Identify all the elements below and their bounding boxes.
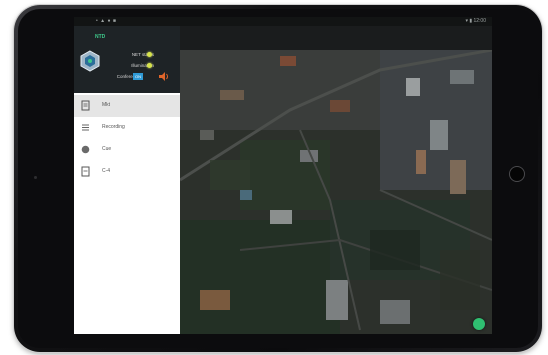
photo-frame: • ▲ ● ■ ▾ ▮ 12:00 NTD NET status Illumin… — [0, 0, 548, 355]
status-indicators: • ▲ ● ■ — [96, 18, 117, 24]
list-icon — [82, 124, 89, 131]
status-bar: • ▲ ● ■ ▾ ▮ 12:00 — [74, 17, 492, 26]
status-clock: ▾ ▮ 12:00 — [465, 18, 486, 24]
drawer-item-recording[interactable]: Recording — [74, 117, 180, 139]
drawer-item-label: C-4 — [102, 168, 111, 174]
home-button[interactable] — [509, 166, 525, 182]
floating-action-button[interactable] — [473, 318, 485, 330]
document-icon — [81, 166, 90, 177]
speaker-icon[interactable] — [158, 71, 170, 82]
navigation-drawer: NTD NET status Illumination Conference O… — [74, 26, 180, 334]
drawer-header: NTD NET status Illumination Conference O… — [74, 26, 180, 93]
satellite-map[interactable] — [180, 50, 492, 334]
drawer-item-label: Mkt — [102, 102, 111, 108]
tablet-screen: • ▲ ● ■ ▾ ▮ 12:00 NTD NET status Illumin… — [74, 17, 492, 334]
drawer-item-label: Recording — [102, 124, 125, 130]
drawer-item-mkt[interactable]: Mkt — [74, 95, 180, 117]
conference-toggle[interactable]: ON — [133, 73, 143, 80]
illumination-indicator-icon — [147, 63, 152, 68]
drawer-title: NTD — [95, 34, 106, 40]
camera-icon — [34, 176, 37, 179]
drawer-item-label: Cue — [102, 146, 112, 152]
map-imagery — [180, 50, 492, 334]
document-icon — [81, 100, 90, 111]
drawer-menu: Mkt Recording Cue C-4 — [74, 95, 180, 183]
drawer-item-c4[interactable]: C-4 — [74, 161, 180, 183]
drawer-item-cue[interactable]: Cue — [74, 139, 180, 161]
net-status-indicator-icon — [147, 52, 152, 57]
circle-icon — [81, 145, 90, 154]
app-logo-icon — [80, 50, 100, 72]
